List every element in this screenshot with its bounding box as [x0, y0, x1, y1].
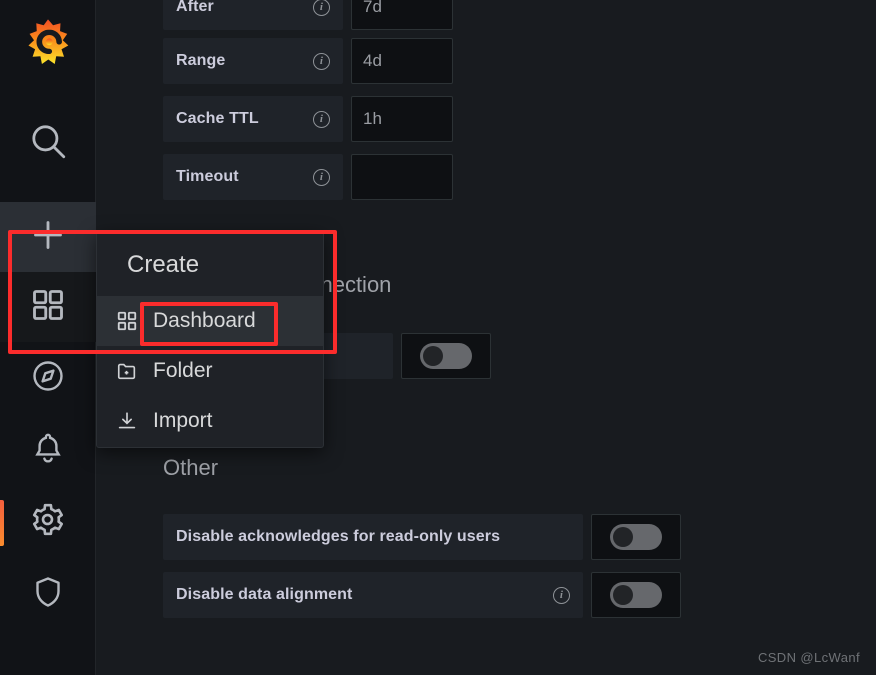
field-input-cache-ttl[interactable]: 1h [351, 96, 453, 142]
create-menu-item-label: Dashboard [153, 309, 256, 332]
watermark-text: CSDN @LcWanf [757, 650, 860, 665]
field-value-text: 7d [363, 0, 382, 16]
field-label-range: Range i [163, 38, 343, 84]
field-value-text: 1h [363, 109, 382, 128]
toggle-switch-track[interactable] [610, 582, 662, 608]
field-label-after: After i [163, 0, 343, 30]
sidebar-nav-rail [0, 0, 96, 675]
sidebar-item-server-admin[interactable] [0, 558, 96, 630]
create-menu-item-import[interactable]: Import [97, 396, 323, 446]
plus-icon [28, 215, 68, 260]
create-menu-title: Create [127, 251, 200, 278]
sidebar-item-configuration[interactable] [0, 486, 96, 558]
sidebar-item-dashboards[interactable] [0, 272, 96, 342]
sidebar-item-explore[interactable] [0, 342, 96, 414]
field-label-text: Disable data alignment [176, 586, 353, 603]
sidebar-item-alerting[interactable] [0, 414, 96, 486]
sidebar-item-create[interactable] [0, 202, 96, 272]
info-icon[interactable]: i [313, 110, 330, 128]
create-dropdown-menu: Create Dashboard Folder Import [96, 231, 324, 448]
field-label-text: Timeout [176, 168, 239, 185]
field-label-text: After [176, 0, 214, 15]
create-menu-item-label: Folder [153, 359, 213, 382]
toggle-disable-data-alignment[interactable] [591, 572, 681, 618]
field-input-after[interactable]: 7d [351, 0, 453, 30]
create-menu-item-label: Import [153, 409, 213, 432]
compass-icon [30, 358, 66, 399]
dashboards-grid-icon [30, 287, 66, 328]
toggle-switch-track[interactable] [610, 524, 662, 550]
field-label-disable-acknowledges: Disable acknowledges for read-only users [163, 514, 583, 560]
info-icon[interactable]: i [313, 168, 330, 186]
create-menu-item-dashboard[interactable]: Dashboard [97, 296, 323, 346]
field-row-cache-ttl: Cache TTL i 1h [163, 96, 453, 142]
row-disable-data-alignment: Disable data alignment i [163, 572, 681, 618]
field-input-range[interactable]: 4d [351, 38, 453, 84]
other-section-heading: Other [163, 455, 219, 480]
field-label-text: Disable acknowledges for read-only users [176, 528, 501, 545]
field-row-range: Range i 4d [163, 38, 453, 84]
bell-icon [30, 430, 66, 471]
field-label-cache-ttl: Cache TTL i [163, 96, 343, 142]
sidebar-item-logo[interactable] [22, 18, 74, 70]
gear-icon [29, 501, 66, 543]
grafana-app-window: After i 7d Range i 4d Cache TTL i 1h Tim… [0, 0, 876, 675]
field-row-after: After i 7d [163, 0, 453, 30]
field-input-timeout[interactable] [351, 154, 453, 200]
toggle-switch-track[interactable] [420, 343, 472, 369]
grafana-logo-icon [23, 17, 73, 72]
search-icon [27, 120, 69, 167]
toggle-connection[interactable] [401, 333, 491, 379]
field-label-text: Range [176, 52, 226, 69]
sidebar-item-search[interactable] [0, 84, 96, 202]
field-label-text: Cache TTL [176, 110, 259, 127]
dashboards-grid-icon [115, 309, 139, 333]
folder-plus-icon [115, 359, 139, 383]
info-icon[interactable]: i [313, 52, 330, 70]
field-value-text: 4d [363, 51, 382, 70]
info-icon[interactable]: i [553, 586, 570, 604]
import-download-icon [115, 409, 139, 433]
row-disable-acknowledges: Disable acknowledges for read-only users [163, 514, 681, 560]
field-label-disable-data-alignment: Disable data alignment i [163, 572, 583, 618]
info-icon[interactable]: i [313, 0, 330, 16]
create-menu-item-folder[interactable]: Folder [97, 346, 323, 396]
toggle-disable-acknowledges[interactable] [591, 514, 681, 560]
field-row-timeout: Timeout i [163, 154, 453, 200]
shield-icon [30, 574, 66, 615]
field-label-timeout: Timeout i [163, 154, 343, 200]
